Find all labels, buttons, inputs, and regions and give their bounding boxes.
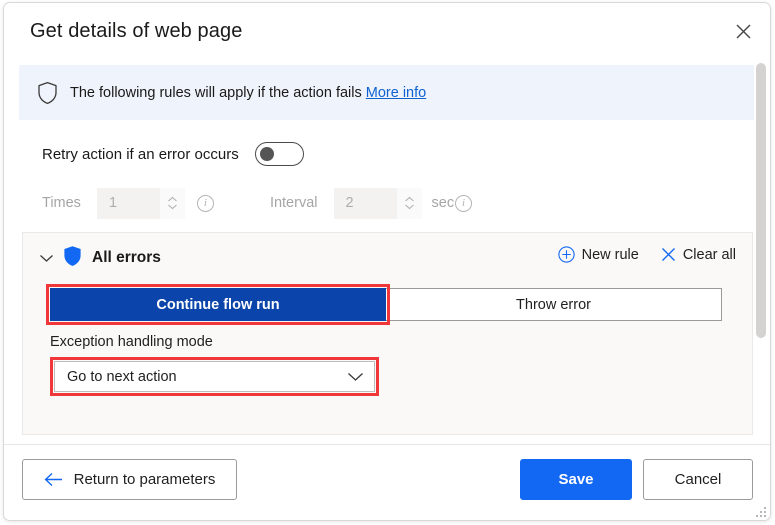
exception-handling-mode-select[interactable]: Go to next action [54, 361, 375, 392]
interval-spin-arrows[interactable] [396, 187, 422, 219]
segment-throw-error[interactable]: Throw error [386, 288, 722, 321]
chevron-up-icon [404, 196, 414, 202]
interval-value: 2 [345, 195, 354, 211]
exception-handling-mode-label: Exception handling mode [50, 334, 213, 350]
close-button[interactable] [724, 13, 762, 49]
dialog-footer: Return to parameters Save Cancel [4, 444, 770, 520]
close-icon [736, 24, 750, 38]
info-banner: The following rules will apply if the ac… [19, 65, 756, 120]
dialog-window: Get details of web page The following ru… [3, 2, 771, 521]
retry-settings-row: Times 1 i Interval 2 sec i [42, 187, 473, 219]
plus-circle-icon [557, 246, 575, 263]
close-icon [661, 248, 675, 261]
content-scrollbar[interactable] [754, 59, 768, 447]
return-to-parameters-button[interactable]: Return to parameters [22, 459, 237, 500]
cancel-button[interactable]: Cancel [643, 459, 753, 500]
error-behavior-segmented-control: Continue flow run Throw error [50, 288, 722, 321]
exception-handling-mode-value: Go to next action [67, 368, 177, 385]
dialog-content: The following rules will apply if the ac… [4, 59, 770, 447]
retry-action-toggle[interactable] [254, 142, 304, 166]
scrollbar-thumb[interactable] [756, 63, 766, 338]
all-errors-title: All errors [92, 249, 161, 266]
dialog-titlebar: Get details of web page [4, 3, 770, 59]
collapse-toggle-button[interactable] [37, 253, 55, 263]
times-stepper[interactable]: 1 [96, 187, 185, 219]
new-rule-label: New rule [581, 246, 639, 263]
times-label: Times [42, 195, 81, 211]
retry-action-label: Retry action if an error occurs [42, 145, 239, 163]
arrow-left-icon [44, 472, 62, 487]
return-to-parameters-label: Return to parameters [73, 471, 216, 488]
page-title: Get details of web page [30, 20, 243, 42]
interval-unit-label: sec [431, 195, 455, 211]
retry-action-row: Retry action if an error occurs [42, 142, 304, 166]
chevron-down-icon [404, 204, 414, 210]
interval-info-icon[interactable]: i [455, 194, 473, 212]
times-info-icon[interactable]: i [196, 194, 214, 212]
all-errors-header: All errors New rule Clear all [23, 233, 752, 283]
save-button[interactable]: Save [520, 459, 632, 500]
clear-all-button[interactable]: Clear all [661, 247, 736, 263]
segment-continue-flow-run[interactable]: Continue flow run [50, 288, 386, 321]
toggle-knob [259, 147, 274, 161]
new-rule-button[interactable]: New rule [557, 246, 639, 263]
shield-outline-icon [37, 81, 58, 105]
all-errors-card: All errors New rule Clear all Continue f… [22, 232, 753, 435]
shield-filled-icon [63, 245, 82, 272]
chevron-down-icon [168, 204, 177, 210]
clear-all-label: Clear all [682, 246, 736, 263]
times-value: 1 [108, 195, 118, 211]
interval-stepper[interactable]: 2 [333, 187, 422, 219]
info-banner-text: The following rules will apply if the ac… [70, 84, 362, 101]
chevron-down-icon [39, 255, 53, 262]
resize-grip-icon[interactable] [754, 505, 766, 517]
more-info-link[interactable]: More info [366, 85, 426, 101]
times-spin-arrows[interactable] [159, 187, 185, 219]
chevron-up-icon [168, 196, 177, 202]
interval-label: Interval [269, 195, 318, 211]
chevron-down-icon [348, 373, 363, 381]
all-errors-actions: New rule Clear all [557, 246, 736, 263]
